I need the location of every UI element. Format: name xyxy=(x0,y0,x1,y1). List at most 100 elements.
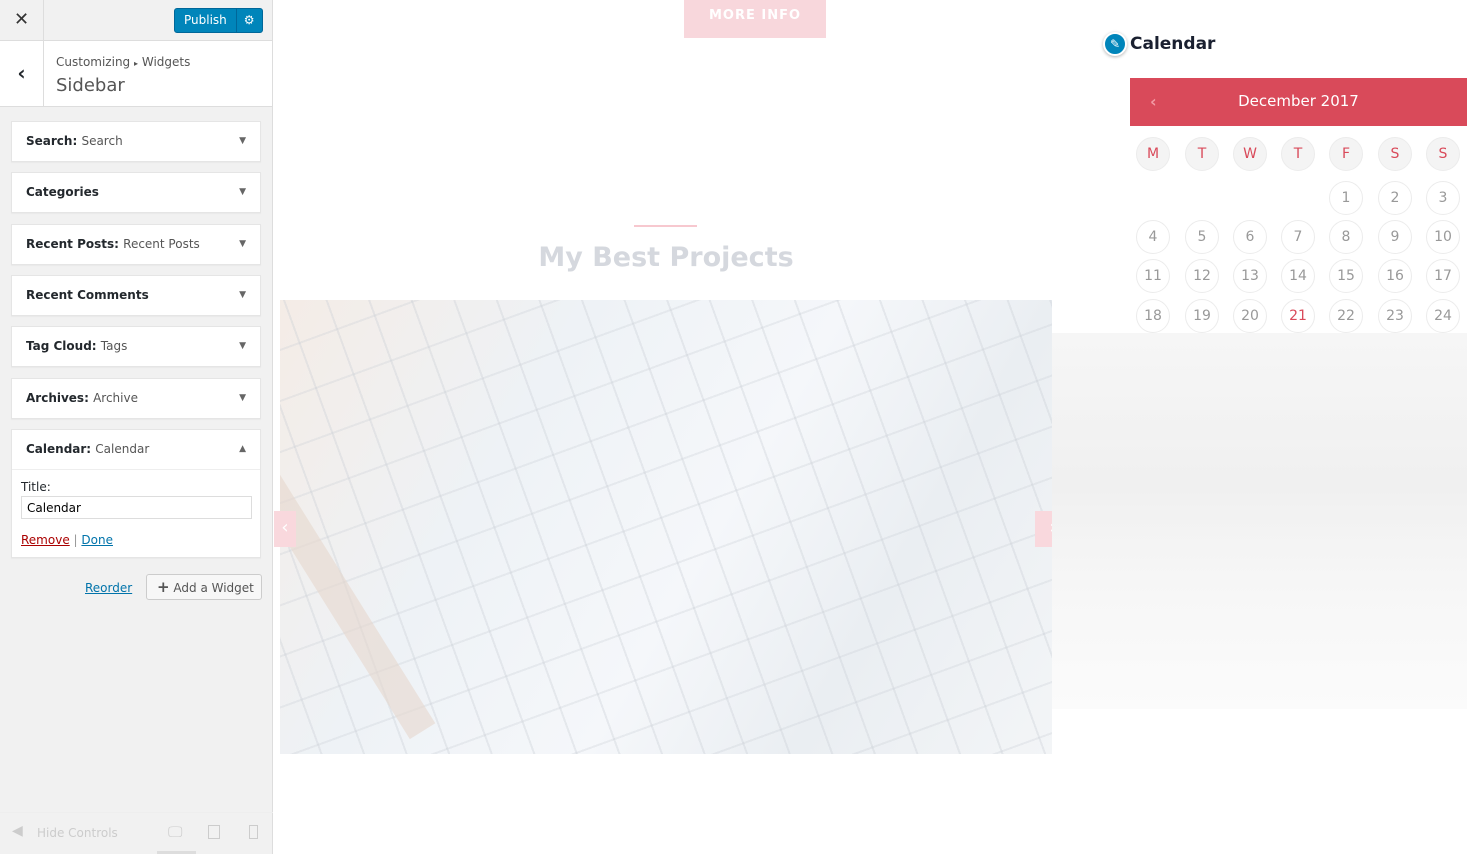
weekday-label: T xyxy=(1185,137,1219,171)
back-chevron-icon[interactable]: ‹ xyxy=(0,41,44,107)
calendar-title-text: Calendar xyxy=(1130,34,1216,54)
calendar-day[interactable]: 12 xyxy=(1185,259,1219,293)
expand-arrow-icon[interactable]: ▼ xyxy=(239,379,246,417)
widget-title: Tags xyxy=(100,339,128,353)
more-info-button[interactable]: MORE INFO xyxy=(684,0,826,38)
collapse-arrow-icon[interactable]: ▲ xyxy=(239,430,246,468)
desktop-preview-icon[interactable]: 🖵 xyxy=(168,823,182,841)
title-label: Title: xyxy=(21,480,51,494)
mobile-preview-icon[interactable] xyxy=(249,825,258,839)
calendar-day[interactable]: 5 xyxy=(1185,220,1219,254)
calendar-day[interactable]: 6 xyxy=(1233,220,1267,254)
calendar-day[interactable]: 3 xyxy=(1426,181,1460,215)
weekday-label: S xyxy=(1378,137,1412,171)
hide-controls-button[interactable]: Hide Controls xyxy=(37,826,118,840)
edit-pencil-icon[interactable]: ✎ xyxy=(1103,32,1127,56)
add-widget-label: Add a Widget xyxy=(173,581,254,595)
widget-header[interactable]: Recent Posts: Recent Posts ▼ xyxy=(12,225,260,264)
prev-month-icon[interactable]: ‹ xyxy=(1150,78,1157,125)
weekday-label: S xyxy=(1426,137,1460,171)
widget-item: Tag Cloud: Tags ▼ xyxy=(11,326,261,367)
widget-type: Tag Cloud: xyxy=(26,339,97,353)
weekday-label: M xyxy=(1136,137,1170,171)
calendar-day[interactable]: 17 xyxy=(1426,259,1460,293)
gear-icon[interactable]: ⚙ xyxy=(235,9,262,32)
widget-header[interactable]: Search: Search ▼ xyxy=(12,122,260,161)
site-preview: MORE INFO My Best Projects ‹ › ✎Calendar… xyxy=(274,0,1471,854)
calendar-day[interactable]: 7 xyxy=(1281,220,1315,254)
add-widget-button[interactable]: + Add a Widget xyxy=(146,574,262,600)
expand-arrow-icon[interactable]: ▼ xyxy=(239,225,246,263)
background-image xyxy=(1052,333,1467,709)
widget-type: Recent Comments xyxy=(26,288,149,302)
calendar-day[interactable]: 24 xyxy=(1426,299,1460,333)
customizer-header: ✕ Publish ⚙ xyxy=(0,0,272,41)
calendar-day[interactable]: 10 xyxy=(1426,220,1460,254)
calendar-day[interactable]: 23 xyxy=(1378,299,1412,333)
tablet-preview-icon[interactable] xyxy=(208,825,220,839)
calendar-day[interactable]: 16 xyxy=(1378,259,1412,293)
calendar-day[interactable]: 19 xyxy=(1185,299,1219,333)
widget-title: Recent Posts xyxy=(123,237,200,251)
calendar-header: ‹ December 2017 xyxy=(1130,78,1467,126)
calendar-day[interactable]: 15 xyxy=(1329,259,1363,293)
expand-arrow-icon[interactable]: ▼ xyxy=(239,276,246,314)
project-slider-image xyxy=(280,300,1052,754)
calendar-day[interactable]: 9 xyxy=(1378,220,1412,254)
calendar-day[interactable]: 20 xyxy=(1233,299,1267,333)
slider-prev-button[interactable]: ‹ xyxy=(274,511,296,547)
calendar-day[interactable]: 4 xyxy=(1136,220,1170,254)
section-title: Sidebar xyxy=(56,75,125,96)
separator: | xyxy=(73,533,78,547)
widget-type: Search: xyxy=(26,134,78,148)
widget-type: Categories xyxy=(26,185,99,199)
widget-item: Archives: Archive ▼ xyxy=(11,378,261,419)
widget-header[interactable]: Calendar: Calendar ▲ xyxy=(12,430,260,469)
close-icon[interactable]: ✕ xyxy=(0,0,44,41)
calendar-day[interactable]: 21 xyxy=(1281,299,1315,333)
publish-button[interactable]: Publish xyxy=(175,9,236,32)
widget-item: Recent Comments ▼ xyxy=(11,275,261,316)
widget-type: Archives: xyxy=(26,391,89,405)
expand-arrow-icon[interactable]: ▼ xyxy=(239,122,246,160)
widget-title: Archive xyxy=(93,391,138,405)
calendar-widget-title: ✎ Calendar xyxy=(1103,32,1215,56)
calendar-day[interactable]: 14 xyxy=(1281,259,1315,293)
calendar-day[interactable]: 8 xyxy=(1329,220,1363,254)
remove-link[interactable]: Remove xyxy=(21,533,70,547)
widget-header[interactable]: Tag Cloud: Tags ▼ xyxy=(12,327,260,366)
widget-header[interactable]: Archives: Archive ▼ xyxy=(12,379,260,418)
weekday-label: W xyxy=(1233,137,1267,171)
projects-title: My Best Projects xyxy=(538,242,794,273)
reorder-link[interactable]: Reorder xyxy=(85,581,132,595)
widget-item: Search: Search ▼ xyxy=(11,121,261,162)
expand-arrow-icon[interactable]: ▼ xyxy=(239,173,246,211)
calendar-day[interactable]: 2 xyxy=(1378,181,1412,215)
widget-title: Search xyxy=(81,134,123,148)
widget-form: Title: Remove | Done xyxy=(12,469,260,557)
calendar-day[interactable]: 18 xyxy=(1136,299,1170,333)
hide-controls-icon[interactable]: ◀ xyxy=(12,823,23,839)
widget-header[interactable]: Recent Comments ▼ xyxy=(12,276,260,315)
customizer-footer: ◀ Hide Controls 🖵 xyxy=(0,812,273,854)
widget-header[interactable]: Categories ▼ xyxy=(12,173,260,212)
plus-icon: + xyxy=(157,578,170,596)
breadcrumb-item: Customizing xyxy=(56,55,131,69)
calendar-month: December 2017 xyxy=(1238,92,1359,110)
breadcrumb-separator: ▸ xyxy=(134,59,139,68)
calendar-day[interactable]: 13 xyxy=(1233,259,1267,293)
weekday-label: T xyxy=(1281,137,1315,171)
title-input[interactable] xyxy=(21,496,252,519)
widget-type: Recent Posts: xyxy=(26,237,119,251)
calendar-day[interactable]: 11 xyxy=(1136,259,1170,293)
widget-item: Recent Posts: Recent Posts ▼ xyxy=(11,224,261,265)
weekday-label: F xyxy=(1329,137,1363,171)
expand-arrow-icon[interactable]: ▼ xyxy=(239,327,246,365)
title-divider xyxy=(634,225,697,227)
widget-type: Calendar: xyxy=(26,442,92,456)
publish-button-group: Publish ⚙ xyxy=(174,8,263,33)
calendar-day[interactable]: 1 xyxy=(1329,181,1363,215)
widget-calendar: Calendar: Calendar ▲ Title: Remove | Done xyxy=(11,429,261,558)
done-link[interactable]: Done xyxy=(81,533,113,547)
calendar-day[interactable]: 22 xyxy=(1329,299,1363,333)
